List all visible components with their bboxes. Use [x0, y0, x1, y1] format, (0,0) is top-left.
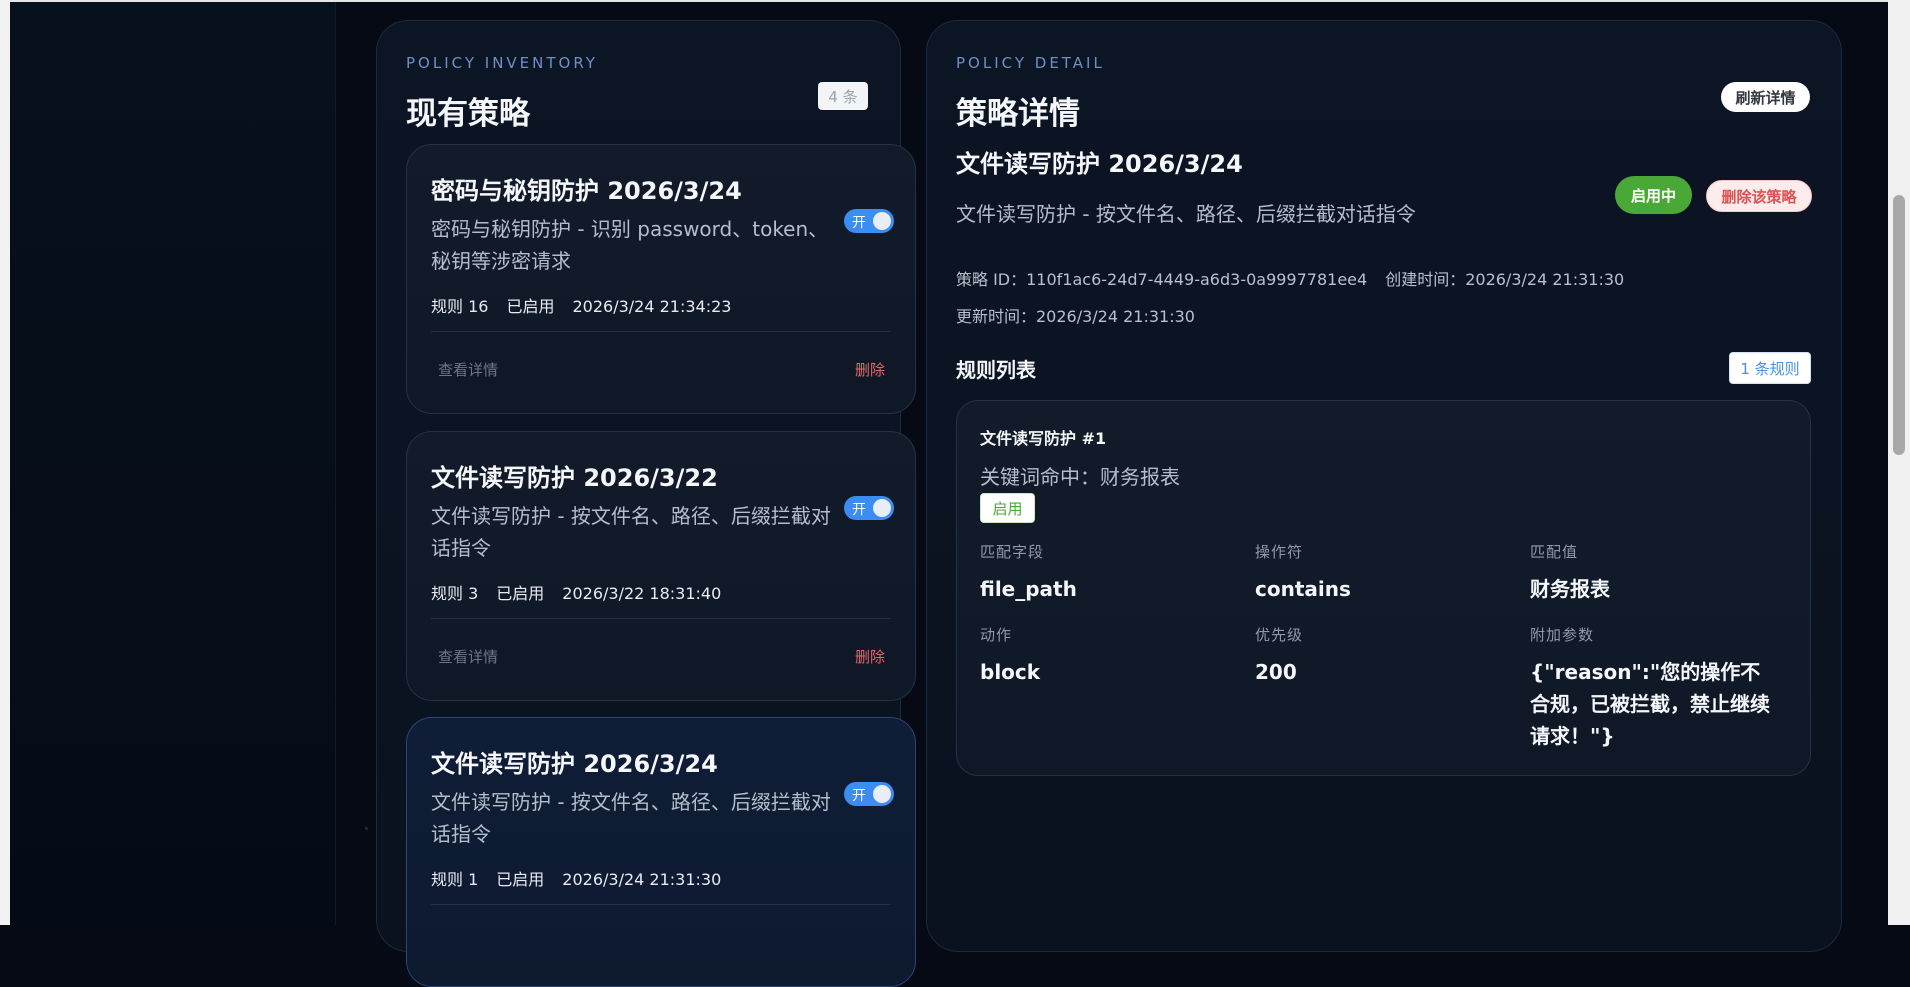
toggle-label: 开 — [852, 215, 866, 231]
policy-card-title: 文件读写防护 2026/3/24 — [431, 750, 718, 778]
action-value: block — [980, 660, 1041, 684]
operator-label: 操作符 — [1255, 543, 1304, 561]
scrollbar-thumb[interactable] — [1893, 195, 1905, 455]
detail-eyebrow: POLICY DETAIL — [956, 54, 1105, 72]
match-field-label: 匹配字段 — [980, 543, 1045, 561]
rule-summary: 关键词命中：财务报表 — [980, 465, 1180, 489]
page-scrollbar[interactable] — [1888, 0, 1910, 925]
refresh-details-button[interactable]: 刷新详情 — [1721, 82, 1810, 112]
rule-count: 规则 16 — [431, 297, 489, 316]
policy-toggle[interactable]: 开 — [844, 209, 894, 233]
decorative-dot — [365, 827, 368, 830]
rule-status-badge: 启用 — [980, 493, 1035, 523]
operator-value: contains — [1255, 577, 1351, 601]
policy-meta-line: 策略 ID：110f1ac6-24d7-4449-a6d3-0a9997781e… — [956, 266, 1624, 290]
rule-count: 规则 3 — [431, 584, 479, 603]
priority-value: 200 — [1255, 660, 1297, 684]
enabled-status: 已启用 — [506, 297, 555, 316]
sidebar — [10, 2, 368, 925]
enabled-status: 已启用 — [496, 870, 545, 889]
policy-card-meta: 规则 1 已启用 2026/3/24 21:31:30 — [431, 866, 739, 890]
created-time: 创建时间：2026/3/24 21:31:30 — [1385, 270, 1625, 289]
policy-card-title: 密码与秘钥防护 2026/3/24 — [431, 177, 742, 205]
match-value-value: 财务报表 — [1530, 577, 1610, 601]
policy-count-badge: 4 条 — [818, 82, 868, 110]
updated-time: 更新时间：2026/3/24 21:31:30 — [956, 307, 1195, 326]
rule-count: 规则 1 — [431, 870, 479, 889]
rules-count-badge: 1 条规则 — [1729, 352, 1811, 384]
delete-policy-link[interactable]: 删除 — [855, 359, 885, 380]
policy-card-meta: 规则 3 已启用 2026/3/22 18:31:40 — [431, 580, 739, 604]
policy-card[interactable]: 文件读写防护 2026/3/22 文件读写防护 - 按文件名、路径、后缀拦截对话… — [406, 431, 916, 701]
match-value-label: 匹配值 — [1530, 543, 1579, 561]
rules-section-title: 规则列表 — [956, 358, 1036, 382]
toggle-label: 开 — [852, 502, 866, 518]
updated-time: 2026/3/24 21:31:30 — [562, 870, 722, 889]
updated-time: 2026/3/22 18:31:40 — [562, 584, 722, 603]
policy-card-meta: 规则 16 已启用 2026/3/24 21:34:23 — [431, 293, 749, 317]
toggle-knob — [873, 785, 891, 803]
policy-toggle[interactable]: 开 — [844, 782, 894, 806]
detail-title: 策略详情 — [956, 96, 1080, 132]
policy-card-desc: 文件读写防护 - 按文件名、路径、后缀拦截对话指令 — [431, 790, 831, 846]
policy-card-selected[interactable]: 文件读写防护 2026/3/24 文件读写防护 - 按文件名、路径、后缀拦截对话… — [406, 717, 916, 987]
policy-id: 策略 ID：110f1ac6-24d7-4449-a6d3-0a9997781e… — [956, 270, 1368, 289]
card-divider — [431, 904, 891, 905]
policy-card-desc: 文件读写防护 - 按文件名、路径、后缀拦截对话指令 — [431, 504, 831, 560]
policy-enabled-button[interactable]: 启用中 — [1615, 176, 1692, 214]
window-left-border — [0, 0, 10, 925]
policy-card-desc: 密码与秘钥防护 - 识别 password、token、秘钥等涉密请求 — [431, 217, 829, 273]
card-divider — [431, 331, 891, 332]
view-details-link[interactable]: 查看详情 — [438, 359, 498, 380]
delete-policy-button[interactable]: 删除该策略 — [1706, 180, 1812, 212]
toggle-knob — [873, 212, 891, 230]
card-divider — [431, 618, 891, 619]
priority-label: 优先级 — [1255, 626, 1304, 644]
policy-card-title: 文件读写防护 2026/3/22 — [431, 464, 718, 492]
rule-title: 文件读写防护 #1 — [980, 429, 1107, 448]
params-label: 附加参数 — [1530, 626, 1595, 644]
policy-name: 文件读写防护 2026/3/24 — [956, 150, 1243, 178]
policy-toggle[interactable]: 开 — [844, 496, 894, 520]
inventory-title: 现有策略 — [406, 96, 530, 132]
enabled-status: 已启用 — [496, 584, 545, 603]
params-value: {"reason":"您的操作不合规，已被拦截，禁止继续请求！"} — [1530, 660, 1770, 748]
inventory-eyebrow: POLICY INVENTORY — [406, 54, 598, 72]
toggle-label: 开 — [852, 788, 866, 804]
policy-card[interactable]: 密码与秘钥防护 2026/3/24 密码与秘钥防护 - 识别 password、… — [406, 144, 916, 414]
action-label: 动作 — [980, 626, 1013, 644]
view-details-link[interactable]: 查看详情 — [438, 646, 498, 667]
delete-policy-link[interactable]: 删除 — [855, 646, 885, 667]
match-field-value: file_path — [980, 577, 1077, 601]
rule-card: 文件读写防护 #1 关键词命中：财务报表 启用 匹配字段 操作符 匹配值 fil… — [956, 400, 1811, 776]
updated-time: 2026/3/24 21:34:23 — [572, 297, 732, 316]
policy-description: 文件读写防护 - 按文件名、路径、后缀拦截对话指令 — [956, 202, 1416, 226]
toggle-knob — [873, 499, 891, 517]
